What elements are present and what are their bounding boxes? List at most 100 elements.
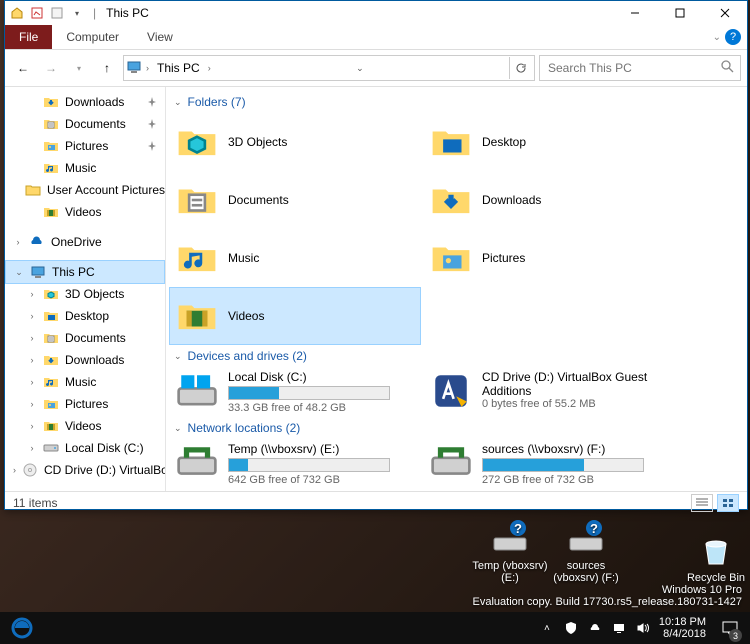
folder-downloads[interactable]: Downloads <box>424 172 674 228</box>
chevron-icon[interactable]: › <box>27 377 37 387</box>
refresh-button[interactable] <box>509 57 532 79</box>
drive-label: CD Drive (D:) VirtualBox Guest Additions <box>482 370 668 398</box>
tree-item-documents[interactable]: Documents <box>5 113 165 135</box>
network-drive-item[interactable]: Temp (\\vboxsrv) (E:) 642 GB free of 732… <box>170 440 420 488</box>
search-icon[interactable] <box>721 60 734 76</box>
group-header[interactable]: ⌄ Devices and drives (2) <box>168 345 747 367</box>
chevron-icon[interactable]: › <box>27 399 37 409</box>
pic-icon <box>43 138 59 154</box>
pic-icon <box>430 237 472 279</box>
help-button[interactable]: ? <box>725 29 741 45</box>
up-button[interactable]: ↑ <box>95 56 119 80</box>
properties-icon[interactable] <box>29 5 45 21</box>
tree-item-local-disk-c-[interactable]: ›Local Disk (C:) <box>5 437 165 459</box>
tree-label: This PC <box>52 265 95 279</box>
nav-tree[interactable]: DownloadsDocumentsPictures Music User Acco… <box>5 87 166 491</box>
forward-button[interactable]: → <box>39 56 63 80</box>
volume-icon[interactable] <box>635 620 651 636</box>
tree-label: Music <box>65 161 96 175</box>
chevron-icon[interactable]: › <box>27 311 37 321</box>
maximize-button[interactable] <box>657 1 702 25</box>
tree-label: Videos <box>65 205 101 219</box>
chevron-down-icon[interactable]: ⌄ <box>174 351 182 362</box>
drive-icon <box>43 440 59 456</box>
tree-item-documents[interactable]: ›Documents <box>5 327 165 349</box>
folder-3d-objects[interactable]: 3D Objects <box>170 114 420 170</box>
onedrive-tray-icon[interactable] <box>587 620 603 636</box>
chevron-icon[interactable]: › <box>27 289 37 299</box>
tree-item-videos[interactable]: ›Videos <box>5 415 165 437</box>
tree-item-3d-objects[interactable]: ›3D Objects <box>5 283 165 305</box>
network-icon[interactable] <box>611 620 627 636</box>
recent-dropdown[interactable]: ▾ <box>67 56 91 80</box>
tree-item-onedrive[interactable]: ›OneDrive <box>5 231 165 253</box>
desktop-icon[interactable]: ?sources (vboxsrv) (F:) <box>548 518 624 584</box>
crumb-thispc[interactable]: This PC <box>153 61 204 75</box>
drive-item[interactable]: Local Disk (C:) 33.3 GB free of 48.2 GB <box>170 368 420 416</box>
edge-taskbar-icon[interactable] <box>0 612 44 644</box>
desktop-icon[interactable]: ?Temp (vboxsrv) (E:) <box>472 518 548 584</box>
group-header[interactable]: ⌄ Folders (7) <box>168 91 747 113</box>
chevron-icon[interactable]: ⌄ <box>14 267 24 278</box>
ribbon-expand-icon[interactable]: ⌄ <box>713 32 721 43</box>
network-drive-item[interactable]: sources (\\vboxsrv) (F:) 272 GB free of … <box>424 440 674 488</box>
action-center[interactable]: 3 <box>714 612 746 644</box>
chevron-icon[interactable]: › <box>27 333 37 343</box>
folder-videos[interactable]: Videos <box>169 287 421 345</box>
tree-item-pictures[interactable]: Pictures <box>5 135 165 157</box>
tree-item-cd-drive-d-virtualbox[interactable]: ›CD Drive (D:) VirtualBox <box>5 459 165 481</box>
tree-item-downloads[interactable]: ›Downloads <box>5 349 165 371</box>
security-icon[interactable] <box>563 620 579 636</box>
tree-item-music[interactable]: › Music <box>5 371 165 393</box>
folder-pictures[interactable]: Pictures <box>424 230 674 286</box>
tree-item-pictures[interactable]: ›Pictures <box>5 393 165 415</box>
search-box[interactable] <box>539 55 741 81</box>
folder-desktop[interactable]: Desktop <box>424 114 674 170</box>
taskbar[interactable]: ˄ 10:18 PM 8/4/2018 3 <box>0 612 750 644</box>
clock[interactable]: 10:18 PM 8/4/2018 <box>659 616 706 640</box>
back-button[interactable]: ← <box>11 56 35 80</box>
address-bar[interactable]: › This PC › ⌄ <box>123 55 535 81</box>
chevron-down-icon[interactable]: ⌄ <box>174 97 182 108</box>
thispc-crumb-icon <box>126 59 142 78</box>
group-header[interactable]: ⌄ Network locations (2) <box>168 417 747 439</box>
tray-up-icon[interactable]: ˄ <box>539 620 555 636</box>
desktop-icon <box>43 308 59 324</box>
tab-computer[interactable]: Computer <box>52 25 133 49</box>
system-menu-icon[interactable] <box>9 5 25 21</box>
tree-item-this-pc[interactable]: ⌄ This PC <box>5 260 165 284</box>
chevron-down-icon[interactable]: ⌄ <box>174 423 182 434</box>
qat-blank-icon[interactable] <box>49 5 65 21</box>
tree-label: Music <box>65 375 96 389</box>
qat-dropdown-icon[interactable]: ▾ <box>69 5 85 21</box>
crumb-sep-2[interactable]: › <box>208 63 211 73</box>
minimize-button[interactable] <box>612 1 657 25</box>
chevron-icon[interactable]: › <box>27 443 37 453</box>
tree-item-videos[interactable]: Videos <box>5 201 165 223</box>
drive-free-text: 0 bytes free of 55.2 MB <box>482 398 668 410</box>
address-dropdown[interactable]: ⌄ <box>356 63 364 74</box>
content-pane[interactable]: ⌄ Folders (7) 3D Objects Desktop Documen… <box>166 87 747 491</box>
pin-icon <box>147 140 159 152</box>
tree-item-user-account-pictures[interactable]: User Account Pictures <box>5 179 165 201</box>
chevron-icon[interactable]: › <box>13 465 16 475</box>
chevron-icon[interactable]: › <box>27 421 37 431</box>
desktop[interactable]: ?Temp (vboxsrv) (E:)?sources (vboxsrv) (… <box>0 504 750 584</box>
window-title: This PC <box>106 6 149 20</box>
chevron-icon[interactable]: › <box>13 237 23 247</box>
folder-music[interactable]: Music <box>170 230 420 286</box>
chevron-icon[interactable]: › <box>27 355 37 365</box>
crumb-sep[interactable]: › <box>146 63 149 73</box>
search-input[interactable] <box>546 60 721 76</box>
tree-item-downloads[interactable]: Downloads <box>5 91 165 113</box>
drive-item[interactable]: CD Drive (D:) VirtualBox Guest Additions… <box>424 368 674 416</box>
tree-item-music[interactable]: Music <box>5 157 165 179</box>
pin-icon <box>147 96 159 108</box>
tab-view[interactable]: View <box>133 25 187 49</box>
music-icon <box>43 160 59 176</box>
tree-item-desktop[interactable]: ›Desktop <box>5 305 165 327</box>
folder-documents[interactable]: Documents <box>170 172 420 228</box>
desktop-icon[interactable]: Recycle Bin <box>678 530 750 584</box>
file-tab[interactable]: File <box>5 25 52 49</box>
close-button[interactable] <box>702 1 747 25</box>
